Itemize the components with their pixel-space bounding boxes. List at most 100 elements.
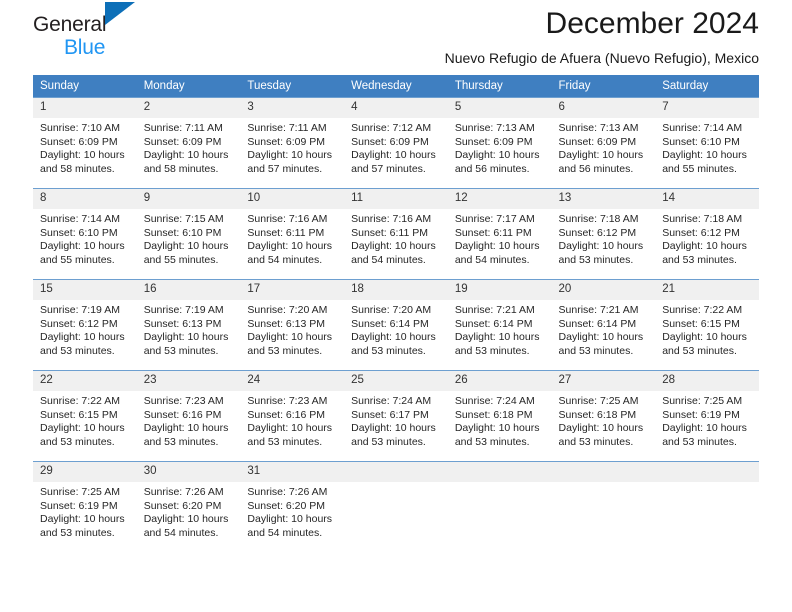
sunset-text: Sunset: 6:13 PM [247, 317, 326, 330]
day-cell[interactable]: 22 Sunrise: 7:22 AM Sunset: 6:15 PM Dayligh… [33, 370, 137, 462]
day-number: 4 [344, 98, 448, 118]
sunrise-text: Sunrise: 7:21 AM [558, 304, 639, 316]
day-cell[interactable]: 15 Sunrise: 7:19 AM Sunset: 6:12 PM Dayligh… [33, 279, 137, 371]
day-cell[interactable]: 5 Sunrise: 7:13 AM Sunset: 6:09 PM Daylight… [447, 97, 552, 189]
sunrise-text: Sunrise: 7:11 AM [247, 122, 327, 134]
day-cell[interactable]: 16 Sunrise: 7:19 AM Sunset: 6:13 PM Dayligh… [136, 279, 241, 371]
sunrise-text: Sunrise: 7:15 AM [143, 213, 224, 225]
sunset-text: Sunset: 6:13 PM [143, 317, 222, 330]
day-cell[interactable]: 25 Sunrise: 7:24 AM Sunset: 6:17 PM Dayligh… [344, 370, 448, 462]
sunrise-text: Sunrise: 7:22 AM [40, 395, 120, 407]
day-cell[interactable]: 9 Sunrise: 7:15 AM Sunset: 6:10 PM Daylight… [136, 188, 241, 280]
day-cell[interactable]: 13 Sunrise: 7:18 AM Sunset: 6:12 PM Dayligh… [551, 188, 656, 280]
day-cell[interactable]: 30 Sunrise: 7:26 AM Sunset: 6:20 PM Dayligh… [136, 461, 241, 552]
sunrise-text: Sunrise: 7:11 AM [143, 122, 223, 134]
sunset-text: Sunset: 6:12 PM [558, 226, 637, 239]
daylight-text: Daylight: 10 hours and 53 minutes. [143, 331, 229, 357]
day-cell[interactable]: 31 Sunrise: 7:26 AM Sunset: 6:20 PM Dayligh… [240, 461, 345, 552]
daylight-text: Daylight: 10 hours and 57 minutes. [247, 149, 333, 175]
sunset-text: Sunset: 6:12 PM [40, 317, 118, 330]
day-cell[interactable]: 11 Sunrise: 7:16 AM Sunset: 6:11 PM Dayligh… [344, 188, 448, 280]
daylight-text: Daylight: 10 hours and 53 minutes. [143, 422, 229, 448]
weekday-header-thursday: Thursday [447, 75, 552, 98]
sunset-text: Sunset: 6:20 PM [143, 499, 222, 512]
sunset-text: Sunset: 6:19 PM [662, 408, 740, 421]
day-details [655, 482, 759, 486]
day-cell[interactable]: 24 Sunrise: 7:23 AM Sunset: 6:16 PM Dayligh… [240, 370, 345, 462]
daylight-text: Daylight: 10 hours and 55 minutes. [40, 240, 125, 266]
weekday-header-sunday: Sunday [33, 75, 137, 98]
daylight-text: Daylight: 10 hours and 56 minutes. [454, 149, 540, 175]
page-subtitle: Nuevo Refugio de Afuera (Nuevo Refugio),… [444, 50, 759, 66]
day-details: Sunrise: 7:16 AM Sunset: 6:11 PM Daylight:… [344, 209, 448, 267]
day-number: 16 [136, 280, 241, 300]
day-details: Sunrise: 7:13 AM Sunset: 6:09 PM Daylight:… [552, 118, 656, 176]
day-details: Sunrise: 7:25 AM Sunset: 6:18 PM Daylight:… [552, 391, 656, 449]
day-details [552, 482, 656, 486]
day-details: Sunrise: 7:25 AM Sunset: 6:19 PM Daylight:… [33, 482, 137, 540]
daylight-text: Daylight: 10 hours and 53 minutes. [454, 331, 540, 357]
day-number: 11 [344, 189, 448, 209]
sunset-text: Sunset: 6:17 PM [351, 408, 429, 421]
day-cell[interactable]: 8 Sunrise: 7:14 AM Sunset: 6:10 PM Daylight… [33, 188, 137, 280]
day-cell[interactable]: 18 Sunrise: 7:20 AM Sunset: 6:14 PM Dayligh… [344, 279, 448, 371]
day-cell[interactable]: 19 Sunrise: 7:21 AM Sunset: 6:14 PM Dayligh… [447, 279, 552, 371]
day-details: Sunrise: 7:15 AM Sunset: 6:10 PM Daylight:… [137, 209, 241, 267]
calendar-week-row: 8 Sunrise: 7:14 AM Sunset: 6:10 PM Daylight… [33, 188, 759, 280]
day-number: 1 [33, 98, 137, 118]
day-details: Sunrise: 7:14 AM Sunset: 6:10 PM Daylight:… [33, 209, 137, 267]
logo-text-general: General [33, 13, 107, 36]
day-cell[interactable]: 20 Sunrise: 7:21 AM Sunset: 6:14 PM Dayligh… [551, 279, 656, 371]
day-cell[interactable]: 12 Sunrise: 7:17 AM Sunset: 6:11 PM Dayligh… [447, 188, 552, 280]
day-cell[interactable]: 14 Sunrise: 7:18 AM Sunset: 6:12 PM Dayligh… [655, 188, 759, 280]
sunset-text: Sunset: 6:09 PM [247, 135, 326, 148]
daylight-text: Daylight: 10 hours and 53 minutes. [40, 331, 125, 357]
day-number: 15 [33, 280, 137, 300]
day-cell[interactable]: 27 Sunrise: 7:25 AM Sunset: 6:18 PM Dayligh… [551, 370, 656, 462]
day-cell[interactable]: 6 Sunrise: 7:13 AM Sunset: 6:09 PM Daylight… [551, 97, 656, 189]
sunset-text: Sunset: 6:10 PM [143, 226, 222, 239]
day-cell[interactable]: 26 Sunrise: 7:24 AM Sunset: 6:18 PM Dayligh… [447, 370, 552, 462]
general-blue-logo[interactable]: General Blue [33, 0, 153, 59]
day-details [344, 482, 448, 486]
day-details: Sunrise: 7:26 AM Sunset: 6:20 PM Daylight:… [240, 482, 344, 540]
day-details: Sunrise: 7:22 AM Sunset: 6:15 PM Daylight:… [33, 391, 137, 449]
daylight-text: Daylight: 10 hours and 54 minutes. [247, 240, 333, 266]
day-cell[interactable]: 3 Sunrise: 7:11 AM Sunset: 6:09 PM Daylight… [240, 97, 345, 189]
daylight-text: Daylight: 10 hours and 54 minutes. [351, 240, 436, 266]
day-cell[interactable]: 23 Sunrise: 7:23 AM Sunset: 6:16 PM Dayligh… [136, 370, 241, 462]
day-cell[interactable]: 21 Sunrise: 7:22 AM Sunset: 6:15 PM Dayligh… [655, 279, 759, 371]
sunrise-text: Sunrise: 7:10 AM [40, 122, 120, 134]
daylight-text: Daylight: 10 hours and 58 minutes. [40, 149, 125, 175]
sunset-text: Sunset: 6:14 PM [558, 317, 637, 330]
day-cell[interactable]: 4 Sunrise: 7:12 AM Sunset: 6:09 PM Daylight… [344, 97, 448, 189]
day-cell[interactable]: 1 Sunrise: 7:10 AM Sunset: 6:09 PM Daylight… [33, 97, 137, 189]
sunrise-text: Sunrise: 7:22 AM [662, 304, 743, 316]
day-cell[interactable]: 29 Sunrise: 7:25 AM Sunset: 6:19 PM Dayligh… [33, 461, 137, 552]
day-number: 9 [136, 189, 241, 209]
day-number: 14 [655, 189, 759, 209]
day-number: 3 [240, 98, 345, 118]
sunrise-text: Sunrise: 7:25 AM [40, 486, 120, 498]
day-cell[interactable]: 28 Sunrise: 7:25 AM Sunset: 6:19 PM Dayligh… [655, 370, 759, 462]
sunset-text: Sunset: 6:12 PM [662, 226, 740, 239]
sunrise-text: Sunrise: 7:18 AM [662, 213, 743, 225]
daylight-text: Daylight: 10 hours and 53 minutes. [40, 422, 125, 448]
weekday-header-saturday: Saturday [655, 75, 759, 98]
day-details: Sunrise: 7:11 AM Sunset: 6:09 PM Daylight:… [240, 118, 344, 176]
day-cell[interactable]: 7 Sunrise: 7:14 AM Sunset: 6:10 PM Daylight… [655, 97, 759, 189]
day-cell[interactable]: 2 Sunrise: 7:11 AM Sunset: 6:09 PM Daylight… [136, 97, 241, 189]
day-number: 26 [447, 371, 552, 391]
day-number: 2 [136, 98, 241, 118]
logo-triangle-icon [105, 2, 135, 25]
weekday-header-tuesday: Tuesday [240, 75, 345, 98]
page-title: December 2024 [545, 7, 759, 40]
daylight-text: Daylight: 10 hours and 53 minutes. [558, 331, 644, 357]
day-cell[interactable]: 17 Sunrise: 7:20 AM Sunset: 6:13 PM Dayligh… [240, 279, 345, 371]
daylight-text: Daylight: 10 hours and 53 minutes. [247, 331, 333, 357]
daylight-text: Daylight: 10 hours and 55 minutes. [143, 240, 229, 266]
day-number: 6 [551, 98, 656, 118]
day-cell[interactable]: 10 Sunrise: 7:16 AM Sunset: 6:11 PM Dayligh… [240, 188, 345, 280]
daylight-text: Daylight: 10 hours and 53 minutes. [662, 331, 747, 357]
day-number: 21 [655, 280, 759, 300]
